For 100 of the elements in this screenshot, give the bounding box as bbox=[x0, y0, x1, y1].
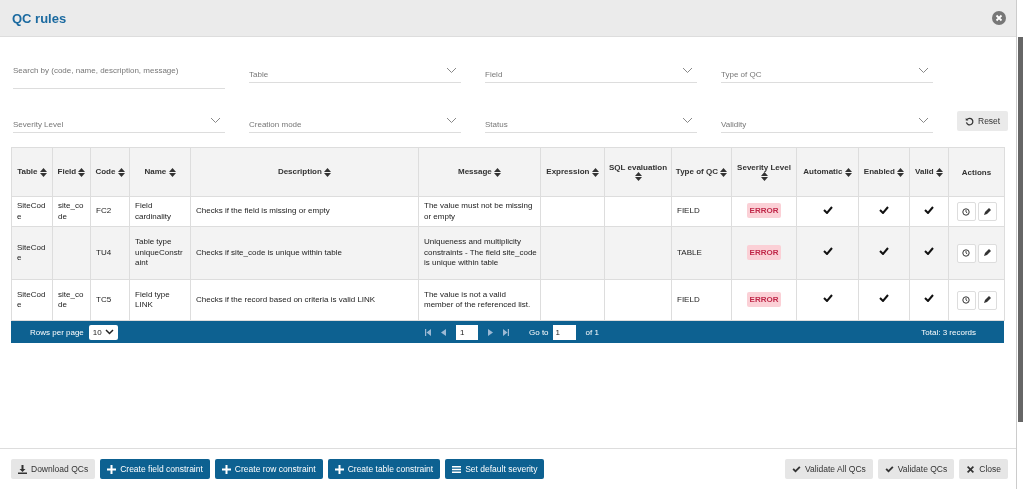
chevron-down-icon[interactable] bbox=[682, 117, 693, 124]
table-cell bbox=[540, 196, 605, 227]
column-header[interactable]: Valid bbox=[909, 147, 949, 197]
column-header[interactable]: Enabled bbox=[858, 147, 910, 197]
table-cell: site_code bbox=[52, 279, 91, 321]
edit-button[interactable] bbox=[977, 290, 997, 310]
footer-button[interactable]: Download QCs bbox=[11, 459, 96, 479]
table-cell: The value must not be missing or empty bbox=[418, 196, 541, 227]
search-input[interactable]: Search by (code, name, description, message) bbox=[13, 66, 225, 75]
dropdown-field[interactable]: Type of QC bbox=[721, 59, 933, 83]
dropdown-field[interactable]: Status bbox=[485, 109, 697, 133]
table-cell: Field cardinality bbox=[129, 196, 191, 227]
table-cell: TABLE bbox=[671, 226, 732, 280]
sort-icon[interactable] bbox=[78, 167, 86, 177]
table-cell: TU4 bbox=[90, 226, 130, 280]
chevron-down-icon[interactable] bbox=[446, 67, 457, 74]
sort-icon[interactable] bbox=[935, 167, 943, 177]
rows-per-page-select[interactable]: 10 bbox=[88, 324, 118, 340]
footer-button[interactable]: Validate QCs bbox=[877, 459, 955, 479]
sort-icon[interactable] bbox=[168, 167, 176, 177]
footer-button[interactable]: Validate All QCs bbox=[785, 459, 873, 479]
column-header[interactable]: Automatic bbox=[796, 147, 859, 197]
column-header[interactable]: Expression bbox=[540, 147, 605, 197]
history-button[interactable] bbox=[956, 202, 976, 221]
table-cell: FIELD bbox=[671, 279, 732, 321]
column-header[interactable]: Name bbox=[129, 147, 191, 197]
sort-icon[interactable] bbox=[760, 172, 768, 182]
search-field[interactable]: Search by (code, name, description, message) bbox=[13, 59, 225, 89]
table-cell: site_code bbox=[52, 196, 91, 227]
clock-icon bbox=[962, 296, 970, 304]
close-icon bbox=[966, 464, 976, 474]
history-button[interactable] bbox=[956, 290, 976, 310]
chevron-down-icon[interactable] bbox=[446, 117, 457, 124]
footer-button[interactable]: Set default severity bbox=[445, 459, 545, 479]
sort-icon[interactable] bbox=[117, 167, 125, 177]
close-icon[interactable] bbox=[992, 11, 1006, 25]
table-cell: Uniqueness and multiplicity constraints - The field site_code is unique within table bbox=[418, 226, 541, 280]
column-header[interactable]: Field bbox=[52, 147, 91, 197]
table-cell: Checks if the field is missing or empty bbox=[190, 196, 419, 227]
dropdown-field[interactable]: Table bbox=[249, 59, 461, 83]
previous-page-icon[interactable] bbox=[441, 328, 446, 336]
chevron-down-icon[interactable] bbox=[210, 117, 221, 124]
sort-icon[interactable] bbox=[39, 167, 47, 177]
plus-icon bbox=[107, 464, 117, 474]
sort-icon[interactable] bbox=[634, 172, 642, 182]
sort-icon[interactable] bbox=[591, 167, 599, 177]
column-header[interactable]: Type of QC bbox=[671, 147, 732, 197]
table-cell: Field type LINK bbox=[129, 279, 191, 321]
column-header[interactable]: Message bbox=[418, 147, 541, 197]
pencil-icon bbox=[983, 296, 991, 304]
scrollbar[interactable] bbox=[1018, 37, 1023, 422]
column-header[interactable]: SQL evaluation bbox=[604, 147, 672, 197]
table-cell: SiteCode bbox=[11, 196, 53, 227]
next-page-icon[interactable] bbox=[488, 328, 493, 336]
last-page-icon[interactable] bbox=[503, 328, 509, 336]
sort-icon[interactable] bbox=[324, 167, 332, 177]
dropdown-field[interactable]: Creation mode bbox=[249, 109, 461, 133]
column-header[interactable]: Code bbox=[90, 147, 130, 197]
page-number[interactable]: 1 bbox=[456, 324, 478, 340]
sort-icon[interactable] bbox=[494, 167, 501, 177]
dropdown-field[interactable]: Field bbox=[485, 59, 697, 83]
table-cell: FIELD bbox=[671, 196, 732, 227]
clock-icon bbox=[962, 207, 970, 216]
table-cell: The value is not a valid member of the referenced list. bbox=[418, 279, 541, 321]
footer-button[interactable]: Create table constraint bbox=[327, 459, 441, 479]
table-cell: Checks if the record based on criteria is valid LINK bbox=[190, 279, 419, 321]
total-records: Total: 3 records bbox=[921, 327, 977, 337]
sort-icon[interactable] bbox=[720, 167, 728, 177]
dropdown-field[interactable]: Validity bbox=[721, 109, 933, 133]
table-cell: Checks if site_code is unique within table bbox=[190, 226, 419, 280]
footer-button[interactable]: Close bbox=[959, 459, 1008, 479]
chevron-down-icon[interactable] bbox=[682, 67, 693, 74]
history-button[interactable] bbox=[956, 243, 976, 263]
list-icon bbox=[452, 464, 462, 474]
reset-button[interactable]: Reset bbox=[957, 111, 1009, 131]
edit-button[interactable] bbox=[977, 202, 997, 221]
sort-icon[interactable] bbox=[844, 167, 852, 177]
check-icon bbox=[884, 464, 894, 474]
column-header[interactable]: Severity Level bbox=[731, 147, 797, 197]
severity-badge: ERROR bbox=[746, 203, 782, 219]
sort-icon[interactable] bbox=[897, 167, 905, 177]
go-to-field[interactable]: 1 bbox=[552, 324, 576, 340]
go-to-label: Go to bbox=[529, 327, 549, 337]
severity-badge: ERROR bbox=[746, 244, 782, 260]
footer-button[interactable]: Create row constraint bbox=[214, 459, 323, 479]
first-page-icon[interactable] bbox=[425, 328, 431, 336]
pencil-icon bbox=[983, 249, 991, 257]
dropdown-field[interactable]: Severity Level bbox=[13, 109, 225, 133]
check-icon bbox=[792, 464, 801, 474]
table-cell: Table type uniqueConstraint bbox=[129, 226, 191, 280]
table-cell bbox=[540, 279, 605, 321]
table-cell: TC5 bbox=[90, 279, 130, 321]
chevron-down-icon[interactable] bbox=[918, 117, 929, 124]
plus-icon bbox=[221, 464, 231, 474]
column-header[interactable]: Table bbox=[11, 147, 53, 197]
chevron-down-icon[interactable] bbox=[918, 67, 929, 74]
column-header[interactable]: Description bbox=[190, 147, 419, 197]
footer-button[interactable]: Create field constraint bbox=[100, 459, 210, 479]
edit-button[interactable] bbox=[977, 243, 997, 263]
table-cell bbox=[604, 226, 672, 280]
